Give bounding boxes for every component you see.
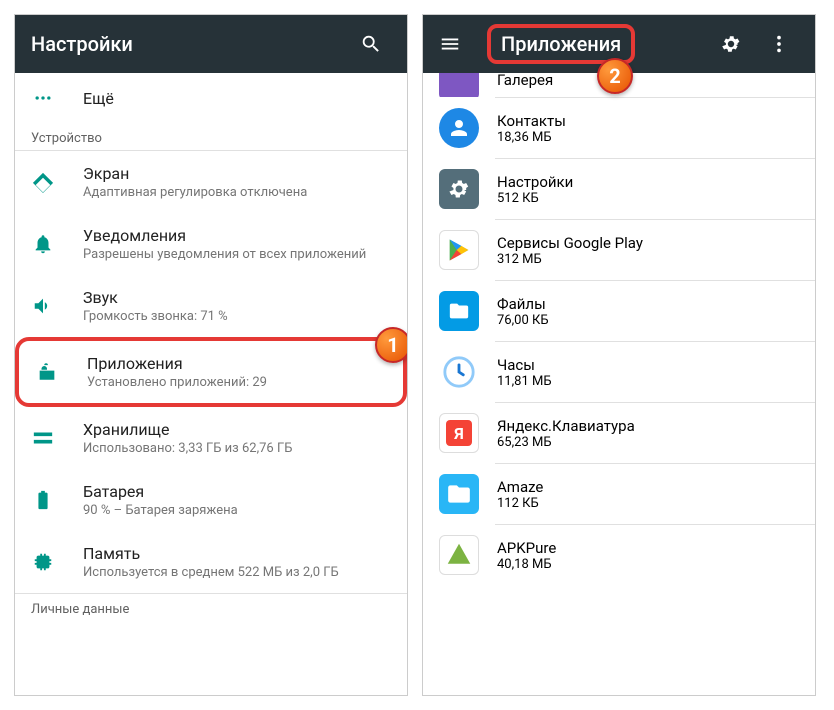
section-device-label: Устройство (15, 123, 407, 150)
settings-gear-button[interactable] (711, 33, 751, 55)
app-icon (439, 535, 479, 575)
item-subtitle: Громкость звонка: 71 % (83, 309, 391, 324)
item-title: Батарея (83, 482, 391, 501)
app-row-2[interactable]: Настройки 512 КБ (423, 159, 815, 219)
app-name: Сервисы Google Play (497, 234, 643, 252)
app-name: APKPure (497, 539, 556, 557)
bell-icon (31, 232, 55, 256)
app-size: 312 МБ (497, 252, 643, 267)
item-subtitle: Установлено приложений: 29 (87, 375, 387, 390)
app-size: 512 КБ (497, 191, 573, 206)
hamburger-icon (439, 33, 461, 55)
overflow-button[interactable] (759, 33, 799, 55)
settings-title: Настройки (31, 32, 351, 56)
settings-item-battery[interactable]: Батарея 90 % – Батарея заряжена (15, 469, 407, 531)
item-title: Хранилище (83, 420, 391, 439)
gear-icon (720, 33, 742, 55)
app-row-8[interactable]: APKPure 40,18 МБ (423, 525, 815, 585)
item-title: Звук (83, 288, 391, 307)
app-size: 40,18 МБ (497, 557, 556, 572)
app-size: 11,81 МБ (497, 374, 552, 389)
storage-icon (31, 426, 55, 450)
section-personal-label: Личные данные (15, 594, 407, 621)
app-name: Контакты (497, 112, 566, 130)
app-row-5[interactable]: Часы 11,81 МБ (423, 342, 815, 402)
display-icon (31, 170, 55, 194)
app-icon: Я (439, 413, 479, 453)
badge-2: 2 (597, 58, 633, 94)
badge-1: 1 (375, 327, 408, 363)
app-name: Часы (497, 356, 552, 374)
item-title: Уведомления (83, 226, 391, 245)
app-size: 112 КБ (497, 496, 543, 511)
app-icon (439, 230, 479, 270)
app-row-6[interactable]: Я Яндекс.Клавиатура 65,23 МБ (423, 403, 815, 463)
settings-item-bell[interactable]: Уведомления Разрешены уведомления от все… (15, 213, 407, 275)
apps-icon (35, 360, 59, 384)
more-label: Ещё (83, 89, 391, 108)
search-icon (360, 33, 382, 55)
app-row-3[interactable]: Сервисы Google Play 312 МБ (423, 220, 815, 280)
hamburger-button[interactable] (439, 33, 479, 55)
more-icon (31, 86, 55, 110)
appbar-apps: Приложения 2 (423, 15, 815, 73)
app-size: 65,23 МБ (497, 435, 635, 450)
app-row-1[interactable]: Контакты 18,36 МБ (423, 98, 815, 158)
app-name: Настройки (497, 173, 573, 191)
settings-item-apps[interactable]: Приложения Установлено приложений: 29 1 (15, 337, 407, 407)
app-icon (439, 169, 479, 209)
app-size: 76,00 КБ (497, 313, 549, 328)
app-icon (439, 474, 479, 514)
app-icon (439, 108, 479, 148)
more-row[interactable]: Ещё (15, 73, 407, 123)
app-name: Amaze (497, 478, 543, 496)
item-subtitle: Использовано: 3,33 ГБ из 62,76 ГБ (83, 441, 391, 456)
settings-item-display[interactable]: Экран Адаптивная регулировка отключена (15, 151, 407, 213)
overflow-icon (768, 33, 790, 55)
app-icon (439, 291, 479, 331)
app-row-4[interactable]: Файлы 76,00 КБ (423, 281, 815, 341)
app-size: 18,36 МБ (497, 130, 566, 145)
item-subtitle: 90 % – Батарея заряжена (83, 503, 391, 518)
item-subtitle: Используется в среднем 522 МБ из 2,0 ГБ (83, 565, 391, 580)
settings-item-memory[interactable]: Память Используется в среднем 522 МБ из … (15, 531, 407, 593)
appbar-settings: Настройки (15, 15, 407, 73)
item-subtitle: Адаптивная регулировка отключена (83, 185, 391, 200)
item-title: Память (83, 544, 391, 563)
item-subtitle: Разрешены уведомления от всех приложений (83, 247, 391, 262)
apps-title: Приложения (501, 32, 621, 56)
sound-icon (31, 294, 55, 318)
app-icon (439, 352, 479, 392)
search-button[interactable] (351, 33, 391, 55)
settings-screen: Настройки Ещё Устройство Экран Адаптивна… (14, 14, 408, 696)
app-row-7[interactable]: Amaze 112 КБ (423, 464, 815, 524)
app-name: Галерея (497, 73, 553, 89)
app-name: Яндекс.Клавиатура (497, 417, 635, 435)
item-title: Приложения (87, 354, 387, 373)
item-title: Экран (83, 164, 391, 183)
app-name: Файлы (497, 295, 549, 313)
battery-icon (31, 488, 55, 512)
settings-item-storage[interactable]: Хранилище Использовано: 3,33 ГБ из 62,76… (15, 407, 407, 469)
memory-icon (31, 550, 55, 574)
app-icon (439, 73, 479, 97)
apps-screen: Приложения 2 Галерея Контакты 18,36 МБ Н… (422, 14, 816, 696)
settings-item-sound[interactable]: Звук Громкость звонка: 71 % (15, 275, 407, 337)
